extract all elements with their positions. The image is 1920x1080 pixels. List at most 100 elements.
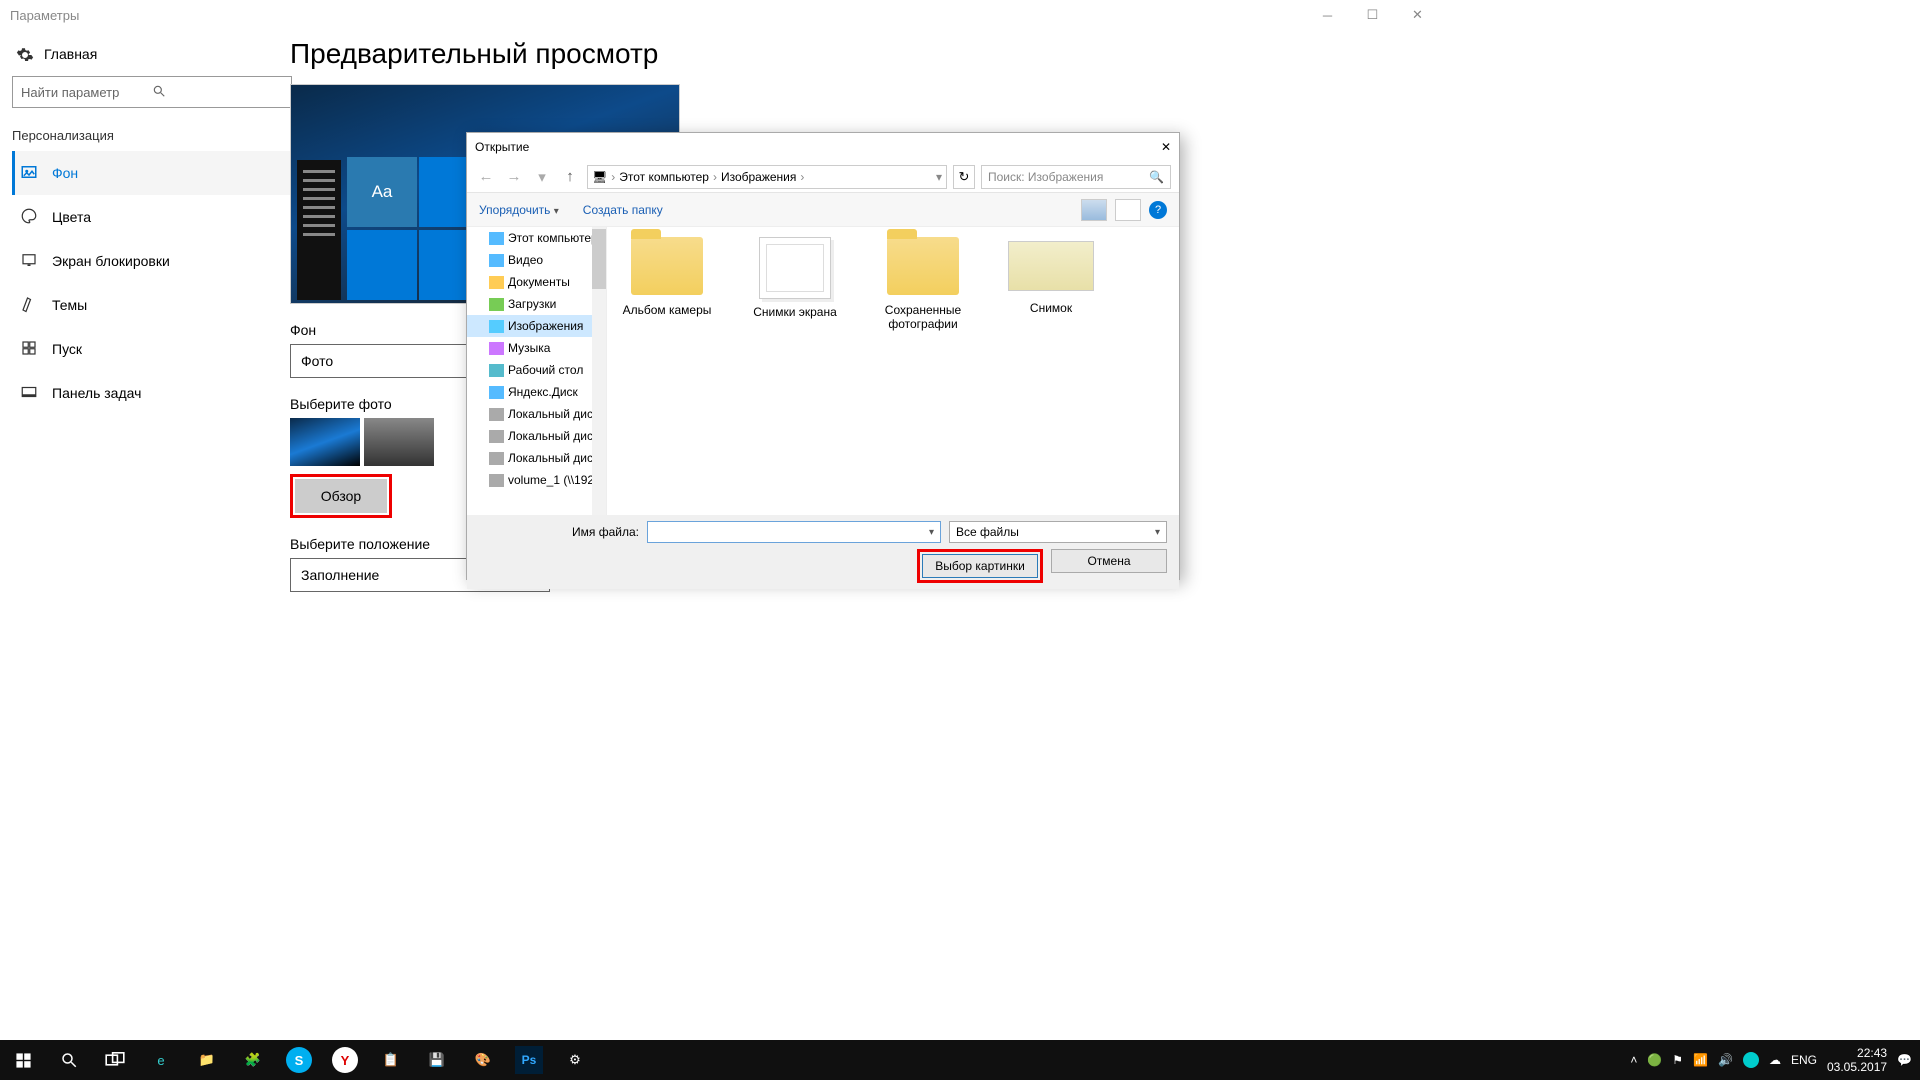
nav-forward-button: → — [503, 168, 525, 185]
sidebar-item-start[interactable]: Пуск — [12, 327, 290, 371]
refresh-button[interactable]: ↻ — [953, 165, 975, 189]
taskbar-app-photoshop[interactable]: Ps — [515, 1046, 543, 1074]
tree-node-label: Яндекс.Диск — [508, 385, 578, 399]
tray-chevron-icon[interactable]: ˄ — [1630, 1053, 1637, 1067]
task-view-button[interactable] — [92, 1040, 138, 1080]
tree-node[interactable]: Видео — [467, 249, 606, 271]
folder-icon — [489, 298, 504, 311]
tree-node[interactable]: volume_1 (\\192 — [467, 469, 606, 491]
file-item[interactable]: Снимки экрана — [749, 237, 841, 505]
tree-node[interactable]: Музыка — [467, 337, 606, 359]
sidebar-item-label: Экран блокировки — [52, 253, 170, 269]
file-item[interactable]: Сохраненные фотографии — [877, 237, 969, 505]
tree-node[interactable]: Локальный диск — [467, 403, 606, 425]
file-filter-dropdown[interactable]: Все файлы▾ — [949, 521, 1167, 543]
file-item[interactable]: Снимок — [1005, 237, 1097, 505]
tray-icon[interactable]: 🟢 — [1647, 1053, 1662, 1067]
clock[interactable]: 22:43 03.05.2017 — [1827, 1046, 1887, 1074]
tree-node-label: Локальный диск — [508, 451, 598, 465]
tree-node[interactable]: Изображения — [467, 315, 606, 337]
tree-node[interactable]: Яндекс.Диск — [467, 381, 606, 403]
taskbar-app-settings[interactable]: ⚙ — [552, 1040, 598, 1080]
taskbar-app[interactable]: 💾 — [414, 1040, 460, 1080]
taskbar[interactable]: e 📁 🧩 S Y 📋 💾 🎨 Ps ⚙ ˄ 🟢 ⚑ 📶 🔊 ☁ ENG 22:… — [0, 1040, 1920, 1080]
tree-node-label: Этот компьютер — [508, 231, 598, 245]
tray-icon[interactable]: ☁ — [1769, 1053, 1781, 1067]
breadcrumb-item[interactable]: Изображения — [721, 170, 796, 184]
photo-thumb[interactable] — [290, 418, 360, 466]
folder-icon — [489, 452, 504, 465]
nav-back-button[interactable]: ← — [475, 168, 497, 185]
tree-node[interactable]: Документы — [467, 271, 606, 293]
picture-icon — [20, 163, 38, 184]
sidebar-item-background[interactable]: Фон — [12, 151, 290, 195]
folder-icon — [489, 320, 504, 333]
filename-input[interactable]: ▾ — [647, 521, 941, 543]
taskbar-app[interactable]: 📋 — [368, 1040, 414, 1080]
file-item[interactable]: Альбом камеры — [621, 237, 713, 505]
cancel-button[interactable]: Отмена — [1051, 549, 1167, 573]
titlebar: Параметры ─ ☐ ✕ — [0, 0, 1440, 30]
view-mode-button[interactable] — [1081, 199, 1107, 221]
taskbar-app-skype[interactable]: S — [286, 1047, 312, 1073]
new-folder-button[interactable]: Создать папку — [583, 203, 663, 217]
sidebar-item-themes[interactable]: Темы — [12, 283, 290, 327]
themes-icon — [20, 295, 38, 316]
search-input[interactable]: Найти параметр — [12, 76, 292, 108]
photo-thumb[interactable] — [364, 418, 434, 466]
wifi-icon[interactable]: 📶 — [1693, 1053, 1708, 1067]
folder-icon — [631, 237, 703, 295]
file-list[interactable]: Альбом камеры Снимки экрана Сохраненные фо… — [607, 227, 1179, 515]
close-button[interactable]: ✕ — [1395, 0, 1440, 30]
sidebar-item-taskbar[interactable]: Панель задач — [12, 371, 290, 415]
tree-node[interactable]: Рабочий стол — [467, 359, 606, 381]
folder-icon — [489, 386, 504, 399]
taskbar-search[interactable] — [46, 1040, 92, 1080]
organize-button[interactable]: Упорядочить ▾ — [479, 203, 559, 217]
sidebar-item-colors[interactable]: Цвета — [12, 195, 290, 239]
maximize-button[interactable]: ☐ — [1350, 0, 1395, 30]
start-button[interactable] — [0, 1040, 46, 1080]
nav-recent-button[interactable]: ▾ — [531, 168, 553, 186]
filename-label: Имя файла: — [479, 525, 639, 539]
address-bar[interactable]: 🖥 › Этот компьютер › Изображения › ▾ — [587, 165, 947, 189]
palette-icon — [20, 207, 38, 228]
sidebar-home-label: Главная — [44, 46, 97, 62]
system-tray[interactable]: ˄ 🟢 ⚑ 📶 🔊 ☁ ENG 22:43 03.05.2017 💬 — [1630, 1046, 1920, 1074]
sidebar-item-label: Темы — [52, 297, 87, 313]
open-button[interactable]: Выбор картинки — [922, 554, 1038, 578]
sidebar-item-lockscreen[interactable]: Экран блокировки — [12, 239, 290, 283]
taskbar-app-paint[interactable]: 🎨 — [460, 1040, 506, 1080]
tray-icon[interactable]: ⚑ — [1672, 1053, 1683, 1067]
sidebar-home[interactable]: Главная — [12, 40, 290, 76]
taskbar-app-edge[interactable]: e — [138, 1040, 184, 1080]
folder-tree[interactable]: Этот компьютер Видео Документы ЗагрузкиИзоб… — [467, 227, 607, 515]
dialog-close-button[interactable]: ✕ — [1161, 140, 1171, 154]
tree-node[interactable]: Загрузки — [467, 293, 606, 315]
preview-pane-button[interactable] — [1115, 199, 1141, 221]
tree-node-label: Документы — [508, 275, 570, 289]
folder-icon — [489, 254, 504, 267]
dialog-search-input[interactable]: Поиск: Изображения 🔍 — [981, 165, 1171, 189]
tree-node[interactable]: Локальный диск — [467, 425, 606, 447]
language-indicator[interactable]: ENG — [1791, 1053, 1817, 1067]
taskbar-app-yandex[interactable]: Y — [332, 1047, 358, 1073]
nav-up-button[interactable]: ↑ — [559, 168, 581, 185]
search-icon: 🔍 — [1149, 170, 1164, 184]
help-button[interactable]: ? — [1149, 201, 1167, 219]
tree-scrollbar[interactable] — [592, 227, 606, 515]
taskbar-app[interactable]: 🧩 — [230, 1040, 276, 1080]
breadcrumb-item[interactable]: Этот компьютер — [619, 170, 709, 184]
file-item-label: Сохраненные фотографии — [877, 303, 969, 331]
volume-icon[interactable]: 🔊 — [1718, 1053, 1733, 1067]
action-center-icon[interactable]: 💬 — [1897, 1053, 1912, 1067]
tree-node[interactable]: Этот компьютер — [467, 227, 606, 249]
minimize-button[interactable]: ─ — [1305, 0, 1350, 30]
address-dropdown[interactable]: ▾ — [936, 170, 942, 184]
taskbar-app-explorer[interactable]: 📁 — [184, 1040, 230, 1080]
window-title: Параметры — [10, 8, 79, 23]
tree-node[interactable]: Локальный диск — [467, 447, 606, 469]
browse-button[interactable]: Обзор — [295, 479, 387, 513]
file-item-label: Снимок — [1005, 301, 1097, 315]
tray-icon[interactable] — [1743, 1052, 1759, 1068]
